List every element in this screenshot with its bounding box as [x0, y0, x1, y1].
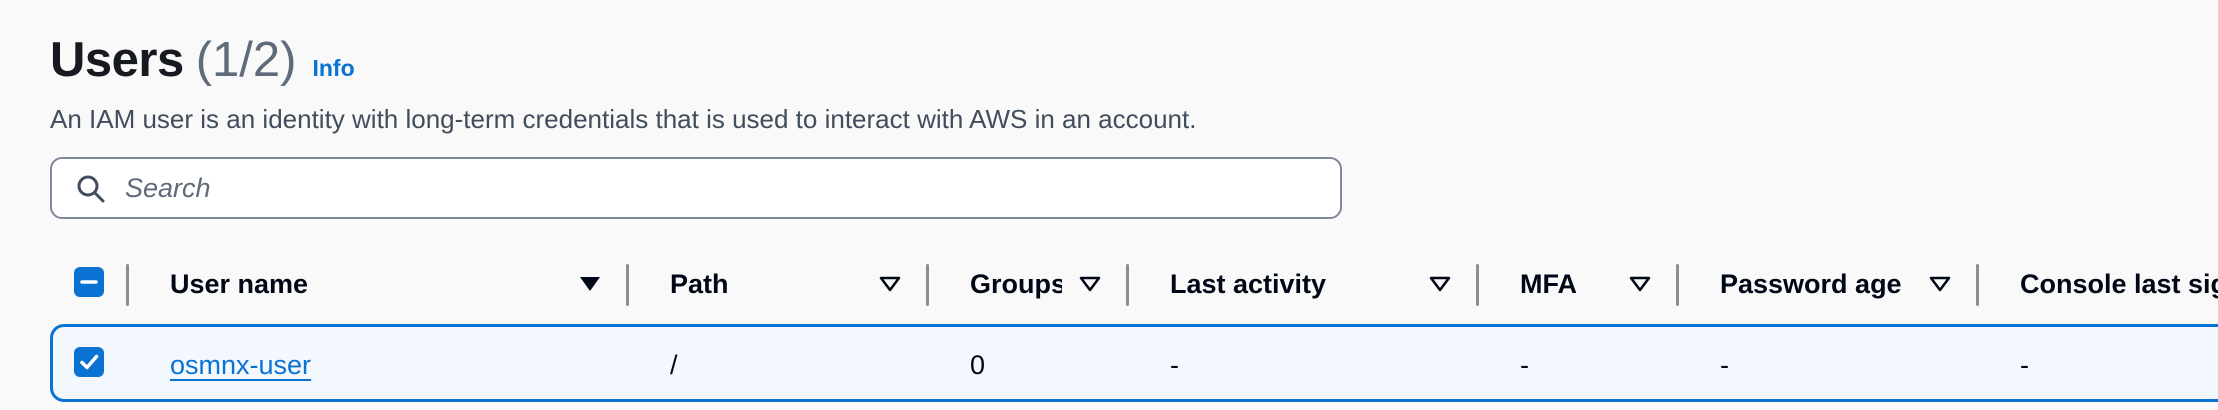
- column-divider[interactable]: [1976, 264, 1979, 306]
- row-checkbox[interactable]: [74, 347, 104, 377]
- page-title: Users: [50, 33, 184, 87]
- sort-icon[interactable]: [1629, 276, 1651, 292]
- column-divider[interactable]: [626, 264, 629, 306]
- sort-icon[interactable]: [1079, 276, 1101, 292]
- column-divider[interactable]: [1476, 264, 1479, 306]
- table-row[interactable]: [50, 324, 2218, 402]
- column-header-mfa[interactable]: MFA: [1520, 269, 1577, 300]
- user-name-link[interactable]: osmnx-user: [170, 350, 311, 381]
- column-divider[interactable]: [126, 264, 129, 306]
- cell-mfa: -: [1520, 350, 1529, 380]
- column-divider[interactable]: [926, 264, 929, 306]
- column-header-path[interactable]: Path: [670, 269, 729, 300]
- sort-icon[interactable]: [879, 276, 901, 292]
- cell-password-age: -: [1720, 350, 1729, 380]
- select-all-checkbox[interactable]: [74, 267, 104, 297]
- column-header-password-age[interactable]: Password age: [1720, 269, 1902, 300]
- cell-console-last-sign-in: -: [2020, 350, 2029, 380]
- sort-descending-icon[interactable]: [579, 276, 601, 292]
- indeterminate-icon: [80, 280, 98, 284]
- page-header: Users (1/2) Info: [50, 32, 355, 88]
- column-header-user-name[interactable]: User name: [170, 269, 308, 300]
- cell-path: /: [670, 350, 678, 380]
- info-link[interactable]: Info: [312, 55, 354, 82]
- column-header-last-activity[interactable]: Last activity: [1170, 269, 1326, 300]
- search-box[interactable]: [50, 157, 1342, 219]
- cell-groups: 0: [970, 350, 986, 380]
- column-header-console-last-sign-in[interactable]: Console last sign-in: [2020, 269, 2218, 300]
- sort-icon[interactable]: [1929, 276, 1951, 292]
- cell-last-activity: -: [1170, 350, 1179, 380]
- selection-count: (1/2): [195, 33, 297, 87]
- search-input[interactable]: [122, 159, 1325, 217]
- column-divider[interactable]: [1676, 264, 1679, 306]
- column-divider[interactable]: [1126, 264, 1129, 306]
- column-header-groups[interactable]: Groups: [970, 269, 1062, 300]
- search-icon: [77, 175, 105, 203]
- page-description: An IAM user is an identity with long-ter…: [50, 104, 1197, 134]
- sort-icon[interactable]: [1429, 276, 1451, 292]
- checkmark-icon: [80, 354, 99, 370]
